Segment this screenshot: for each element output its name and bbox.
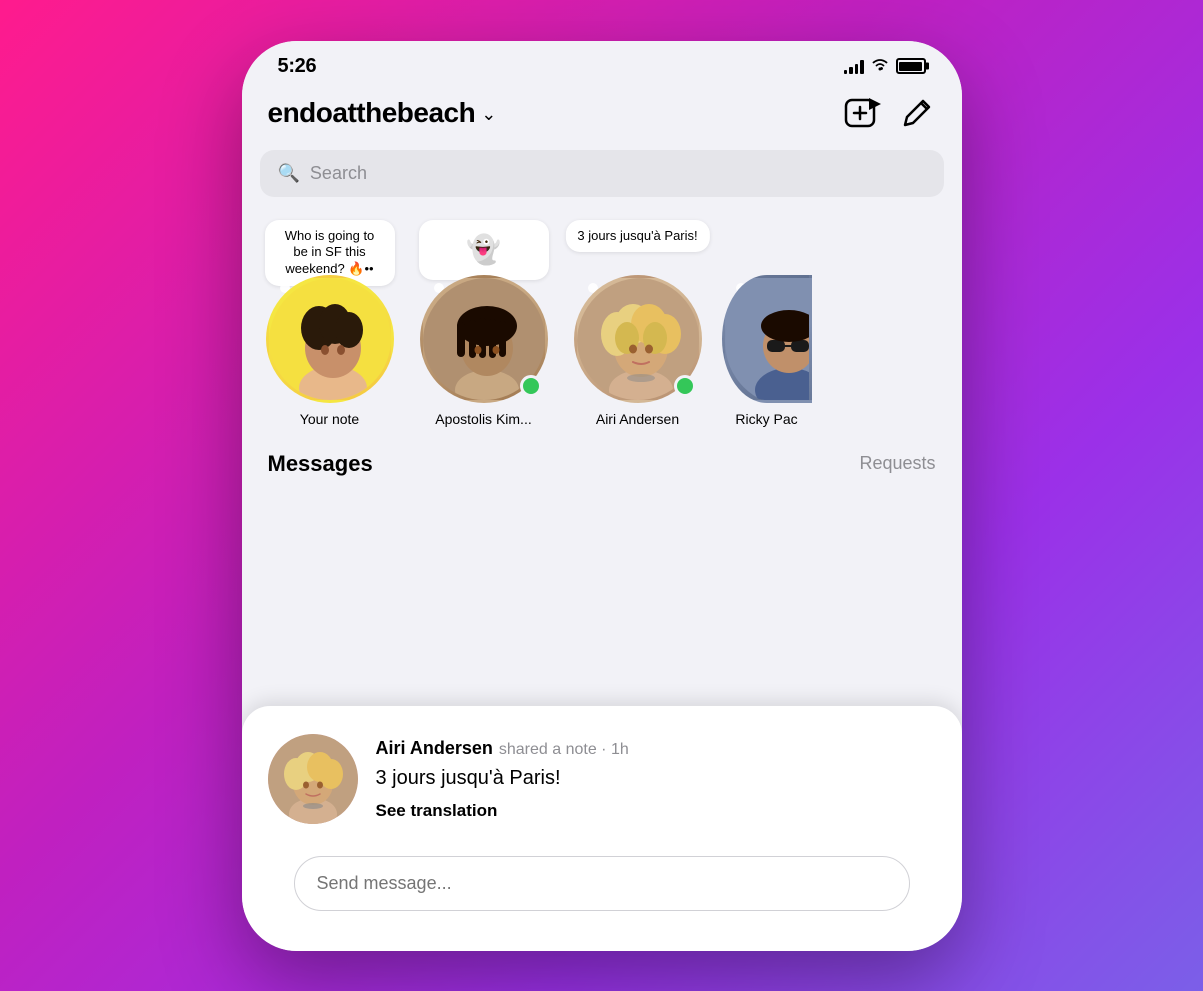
story-avatar [266,275,394,403]
message-text: 3 jours jusqu'à Paris! [376,765,936,791]
status-bar: 5:26 [242,41,962,84]
story-item-ricky[interactable]: 🍕☕ [722,275,812,427]
story-note-bubble: 👻 [419,220,549,280]
phone-shell: 5:26 endoatthebeach [242,41,962,951]
search-placeholder: Search [310,163,367,184]
story-avatar-wrapper [722,275,812,403]
story-label: Ricky Pac [727,411,807,427]
search-container: 🔍 Search [242,146,962,209]
send-message-input[interactable] [294,856,910,911]
story-avatar [722,275,812,403]
chevron-down-icon[interactable]: ⌄ [481,104,496,125]
stories-row: Who is going to be in SF this weekend? 🔥… [260,215,944,427]
message-content: Airi Andersen shared a note · 1h 3 jours… [376,734,936,821]
requests-link[interactable]: Requests [859,453,935,474]
status-icons [844,57,926,75]
search-bar[interactable]: 🔍 Search [260,150,944,197]
battery-icon [896,58,926,74]
username: endoatthebeach [268,97,476,129]
message-meta: shared a note · 1h [499,741,629,759]
message-avatar[interactable] [268,734,358,824]
story-item-airi[interactable]: 3 jours jusqu'à Paris! [568,275,708,427]
add-story-button[interactable] [844,94,882,132]
story-item-apostolis[interactable]: 👻 [414,275,554,427]
online-indicator [520,375,542,397]
wifi-icon [871,57,889,75]
story-avatar-wrapper [266,275,394,403]
messages-title: Messages [268,451,373,477]
status-time: 5:26 [278,55,317,78]
see-translation-button[interactable]: See translation [376,801,936,821]
message-card: Airi Andersen shared a note · 1h 3 jours… [242,706,962,951]
message-sender-name: Airi Andersen [376,738,493,759]
signal-icon [844,58,864,74]
header-actions [844,94,936,132]
send-message-bar [268,844,936,931]
story-label: Airi Andersen [596,411,679,427]
story-avatar-wrapper [574,275,702,403]
story-label: Apostolis Kim... [435,411,531,427]
messages-header: Messages Requests [242,437,962,487]
story-avatar-wrapper [420,275,548,403]
message-preview: Airi Andersen shared a note · 1h 3 jours… [268,734,936,824]
story-label: Your note [300,411,359,427]
compose-button[interactable] [898,94,936,132]
header: endoatthebeach ⌄ [242,84,962,146]
story-note-bubble: 3 jours jusqu'à Paris! [565,220,709,253]
story-item-your-note[interactable]: Who is going to be in SF this weekend? 🔥… [260,275,400,427]
stories-section: Who is going to be in SF this weekend? 🔥… [242,209,962,437]
online-indicator [674,375,696,397]
search-icon: 🔍 [278,163,300,184]
message-sender-row: Airi Andersen shared a note · 1h [376,738,936,759]
username-row[interactable]: endoatthebeach ⌄ [268,97,497,129]
